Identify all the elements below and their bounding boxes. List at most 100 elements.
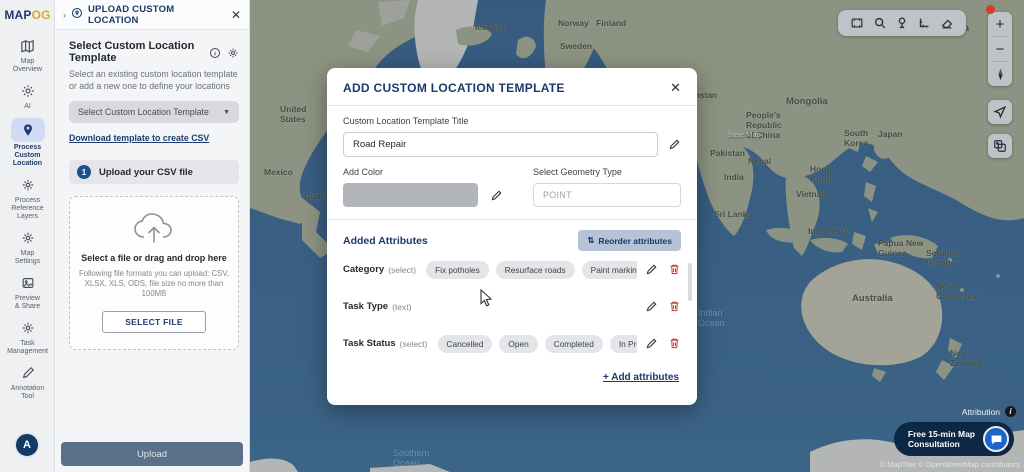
option-chip[interactable]: Completed bbox=[544, 334, 603, 353]
download-template-link[interactable]: Download template to create CSV bbox=[69, 133, 209, 143]
delete-attribute-trash-icon[interactable] bbox=[668, 300, 681, 313]
attribute-type: (select) bbox=[388, 264, 417, 275]
sidebar-item-label: Map Settings bbox=[14, 250, 41, 265]
upload-custom-location-panel: › UPLOAD CUSTOM LOCATION ✕ Select Custom… bbox=[55, 0, 250, 472]
reorder-label: Reorder attributes bbox=[598, 235, 672, 246]
sidebar-item-task-management[interactable]: Task Management bbox=[0, 318, 55, 356]
dropzone-title: Select a file or drag and drop here bbox=[81, 253, 227, 263]
geometry-type-select[interactable]: POINT bbox=[533, 183, 681, 207]
option-chip[interactable]: In Progress bbox=[609, 334, 637, 353]
consultation-label: Free 15-min Map Consultation bbox=[907, 428, 975, 450]
dropzone-hint: Following file formats you can upload: C… bbox=[78, 269, 230, 298]
upload-button[interactable]: Upload bbox=[61, 442, 243, 466]
template-dropdown[interactable]: Select Custom Location Template ▼ bbox=[69, 101, 239, 123]
color-column: Add Color bbox=[343, 167, 511, 207]
option-chip[interactable]: Cancelled bbox=[437, 334, 493, 353]
step-number-badge: 1 bbox=[77, 165, 91, 179]
reorder-icon: ⇅ bbox=[587, 235, 595, 245]
layers-gear-icon bbox=[15, 175, 41, 195]
app-logo: MAP OG bbox=[0, 0, 55, 30]
sidebar-item-process-custom-location[interactable]: Process Custom Location bbox=[0, 118, 55, 168]
chat-icon[interactable] bbox=[983, 426, 1009, 452]
edit-color-pencil-icon[interactable] bbox=[490, 189, 503, 202]
template-title-row bbox=[343, 132, 681, 157]
sidebar-item-label: Map Overview bbox=[12, 58, 43, 73]
edit-attribute-pencil-icon[interactable] bbox=[645, 337, 658, 350]
modal-close-icon[interactable]: ✕ bbox=[670, 80, 681, 96]
modal-title: ADD CUSTOM LOCATION TEMPLATE bbox=[343, 81, 565, 95]
option-chip[interactable]: Paint markings bbox=[581, 260, 637, 279]
map-overview-icon bbox=[15, 36, 41, 56]
chevron-down-icon: ▼ bbox=[223, 108, 230, 116]
delete-attribute-trash-icon[interactable] bbox=[668, 337, 681, 350]
sidebar-item-map-settings[interactable]: Map Settings bbox=[0, 228, 55, 266]
preview-image-icon bbox=[15, 273, 41, 293]
notification-dot bbox=[986, 5, 995, 14]
color-row bbox=[343, 183, 511, 207]
info-icon[interactable] bbox=[209, 46, 221, 59]
delete-attribute-trash-icon[interactable] bbox=[668, 263, 681, 276]
sidebar-nav: Map Overview AI Process Custom Location … bbox=[0, 36, 55, 401]
select-file-button[interactable]: SELECT FILE bbox=[102, 311, 206, 333]
add-attributes-link[interactable]: + Add attributes bbox=[345, 372, 679, 383]
row-actions bbox=[637, 263, 681, 276]
option-chip[interactable]: Open bbox=[499, 334, 538, 353]
sidebar-item-ai[interactable]: AI bbox=[0, 81, 55, 111]
attribution-label: Attribution bbox=[961, 406, 1000, 417]
modal-header: ADD CUSTOM LOCATION TEMPLATE ✕ bbox=[327, 68, 697, 106]
reorder-attributes-button[interactable]: ⇅ Reorder attributes bbox=[578, 230, 681, 251]
color-swatch[interactable] bbox=[343, 183, 478, 207]
file-dropzone[interactable]: Select a file or drag and drop here Foll… bbox=[69, 196, 239, 350]
attribution-info-icon[interactable]: i bbox=[1005, 406, 1016, 417]
sidebar-item-label: Task Management bbox=[7, 340, 48, 355]
template-title-label: Custom Location Template Title bbox=[343, 116, 469, 126]
sidebar-item-annotation-tool[interactable]: Annotation Tool bbox=[0, 363, 55, 401]
modal-body: Custom Location Template Title Add Color… bbox=[327, 106, 697, 383]
collapse-chevron-icon[interactable]: › bbox=[63, 10, 66, 20]
added-attributes-title: Added Attributes bbox=[343, 234, 428, 247]
option-chips: Fix potholes Resurface roads Paint marki… bbox=[426, 260, 637, 279]
sidebar-item-preview-share[interactable]: Preview & Share bbox=[0, 273, 55, 311]
upload-step-title: Upload your CSV file bbox=[99, 166, 193, 178]
edit-attribute-pencil-icon[interactable] bbox=[645, 300, 658, 313]
add-template-modal: ADD CUSTOM LOCATION TEMPLATE ✕ Custom Lo… bbox=[327, 68, 697, 405]
panel-body: Select Custom Location Template Select a… bbox=[55, 30, 249, 350]
modal-scrollbar[interactable] bbox=[688, 263, 692, 301]
template-dropdown-value: Select Custom Location Template bbox=[78, 107, 209, 117]
template-settings-gear-icon[interactable] bbox=[227, 46, 239, 58]
consultation-button[interactable]: Free 15-min Map Consultation bbox=[893, 422, 1014, 456]
add-color-label: Add Color bbox=[343, 167, 384, 177]
attribute-type: (select) bbox=[399, 338, 428, 349]
logo-og-text: OG bbox=[31, 8, 51, 22]
color-geometry-row: Add Color Select Geometry Type POINT bbox=[343, 167, 681, 207]
attribution-row: Attribution i bbox=[962, 406, 1016, 417]
sidebar-item-label: Process Custom Location bbox=[12, 144, 43, 167]
attribute-row-task-status: Task Status (select) Cancelled Open Comp… bbox=[343, 325, 681, 362]
task-gear-icon bbox=[15, 318, 41, 338]
attributes-header: Added Attributes ⇅ Reorder attributes bbox=[343, 230, 681, 251]
sidebar-item-map-overview[interactable]: Map Overview bbox=[0, 36, 55, 74]
upload-cloud-icon bbox=[134, 213, 172, 243]
edit-title-pencil-icon[interactable] bbox=[668, 138, 681, 151]
sidebar-item-label: AI bbox=[24, 103, 31, 110]
sidebar-item-label: Preview & Share bbox=[14, 295, 41, 310]
panel-close-icon[interactable]: ✕ bbox=[231, 8, 241, 22]
attribute-name: Category bbox=[343, 264, 385, 275]
attribute-name: Task Type bbox=[343, 301, 389, 312]
settings-gear-icon bbox=[15, 228, 41, 248]
edit-attribute-pencil-icon[interactable] bbox=[645, 263, 658, 276]
ai-icon bbox=[15, 81, 41, 101]
attribute-row-task-type: Task Type (text) bbox=[343, 288, 681, 325]
user-avatar[interactable]: A bbox=[14, 432, 40, 458]
option-chip[interactable]: Resurface roads bbox=[495, 260, 575, 279]
geometry-column: Select Geometry Type POINT bbox=[533, 167, 681, 207]
sidebar-item-process-reference-layers[interactable]: Process Reference Layers bbox=[0, 175, 55, 221]
option-chip[interactable]: Fix potholes bbox=[426, 260, 489, 279]
location-pin-icon bbox=[10, 118, 45, 142]
annotation-pen-icon bbox=[15, 363, 41, 383]
template-title-input[interactable] bbox=[343, 132, 658, 157]
geometry-type-label: Select Geometry Type bbox=[533, 167, 622, 177]
sidebar-item-label: Process Reference Layers bbox=[11, 197, 44, 220]
template-section-header: Select Custom Location Template bbox=[69, 40, 239, 64]
template-section-description: Select an existing custom location templ… bbox=[69, 69, 238, 91]
